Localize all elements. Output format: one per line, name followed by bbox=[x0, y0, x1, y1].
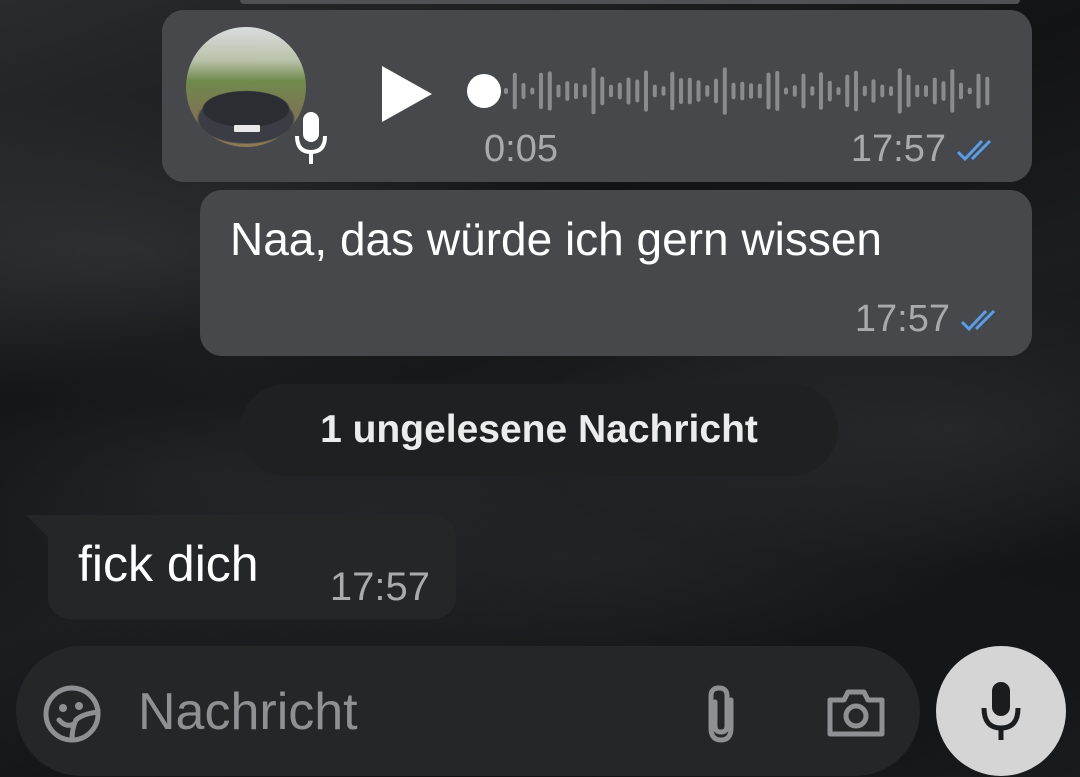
message-meta: 17:57 bbox=[855, 298, 1006, 341]
waveform-bar bbox=[626, 77, 631, 105]
waveform-bar bbox=[906, 74, 911, 108]
waveform-bar bbox=[784, 87, 788, 95]
waveform-bar bbox=[512, 72, 517, 110]
message-time: 17:57 bbox=[854, 298, 950, 340]
double-check-icon bbox=[956, 139, 992, 161]
waveform-bar bbox=[862, 85, 867, 97]
waveform-bar bbox=[932, 77, 937, 105]
waveform-bar bbox=[924, 85, 928, 97]
incoming-message-bubble[interactable]: fick dich 17:57 bbox=[26, 515, 456, 619]
waveform-bar bbox=[827, 80, 832, 102]
sender-avatar bbox=[186, 27, 306, 147]
outgoing-message-bubble[interactable]: Naa, das würde ich gern wissen 17:57 bbox=[200, 190, 1032, 356]
camera-icon[interactable] bbox=[826, 686, 886, 738]
play-icon[interactable] bbox=[378, 62, 436, 126]
message-time: 17:57 bbox=[850, 128, 946, 170]
waveform-bar bbox=[845, 74, 850, 108]
waveform-bar bbox=[617, 82, 622, 100]
voice-message-bubble[interactable]: 0:05 17:57 bbox=[162, 10, 1032, 182]
sticker-emoji-icon[interactable] bbox=[42, 684, 102, 744]
waveform-bar bbox=[679, 78, 683, 104]
message-composer bbox=[16, 646, 920, 776]
waveform-bar bbox=[801, 73, 806, 109]
microphone-icon bbox=[981, 682, 1021, 740]
waveform-bar bbox=[547, 71, 552, 111]
waveform-bar bbox=[941, 81, 946, 101]
waveform-bar bbox=[582, 84, 587, 98]
message-text: fick dich bbox=[78, 536, 259, 592]
waveform-bar bbox=[591, 67, 596, 115]
waveform-bar bbox=[530, 87, 535, 95]
voice-waveform[interactable] bbox=[502, 60, 992, 122]
waveform-bar bbox=[897, 68, 902, 114]
waveform-bar bbox=[722, 67, 727, 115]
waveform-bar bbox=[687, 77, 692, 105]
waveform-bar bbox=[836, 87, 841, 95]
waveform-bar bbox=[889, 86, 893, 96]
waveform-bar bbox=[766, 72, 771, 110]
previous-message-bubble-edge bbox=[240, 0, 1020, 4]
waveform-bar bbox=[731, 82, 736, 100]
waveform-bar bbox=[915, 84, 920, 98]
double-check-icon bbox=[960, 309, 996, 331]
record-voice-button[interactable] bbox=[936, 646, 1066, 776]
waveform-bar bbox=[985, 76, 990, 106]
waveform-bar bbox=[880, 84, 885, 98]
waveform-bar bbox=[854, 70, 858, 112]
waveform-bar bbox=[792, 85, 797, 97]
waveform-bar bbox=[661, 86, 666, 96]
waveform-bar bbox=[574, 83, 578, 100]
waveform-bar bbox=[950, 69, 955, 113]
waveform-bar bbox=[521, 83, 526, 99]
waveform-bar bbox=[775, 71, 780, 111]
message-time: 17:57 bbox=[329, 565, 430, 609]
waveform-bar bbox=[757, 83, 762, 99]
waveform-bar bbox=[565, 81, 570, 101]
waveform-bar bbox=[705, 85, 710, 97]
waveform-bar bbox=[749, 83, 753, 99]
waveform-bar bbox=[504, 88, 508, 94]
message-input[interactable] bbox=[136, 676, 680, 748]
bubble-tail bbox=[26, 515, 48, 537]
voice-duration: 0:05 bbox=[484, 128, 558, 170]
message-meta: 17:57 bbox=[851, 128, 1002, 171]
waveform-bar bbox=[539, 72, 543, 110]
waveform-bar bbox=[740, 81, 745, 101]
waveform-bar bbox=[810, 86, 815, 96]
microphone-icon bbox=[295, 112, 327, 164]
voice-seek-handle[interactable] bbox=[467, 74, 501, 108]
waveform-bar bbox=[644, 70, 648, 112]
waveform-bar bbox=[556, 84, 561, 98]
waveform-bar bbox=[714, 78, 718, 104]
waveform-bar bbox=[696, 80, 701, 102]
waveform-bar bbox=[967, 87, 972, 95]
waveform-bar bbox=[635, 79, 640, 103]
unread-messages-divider: 1 ungelesene Nachricht bbox=[240, 384, 838, 476]
waveform-bar bbox=[670, 71, 675, 111]
waveform-bar bbox=[652, 84, 657, 98]
waveform-bar bbox=[600, 76, 605, 106]
waveform-bar bbox=[976, 73, 981, 109]
waveform-bar bbox=[959, 82, 963, 100]
message-text: Naa, das würde ich gern wissen bbox=[230, 213, 882, 265]
waveform-bar bbox=[609, 84, 613, 98]
paperclip-icon[interactable] bbox=[698, 684, 744, 744]
waveform-bar bbox=[819, 72, 823, 110]
waveform-bar bbox=[871, 79, 876, 103]
